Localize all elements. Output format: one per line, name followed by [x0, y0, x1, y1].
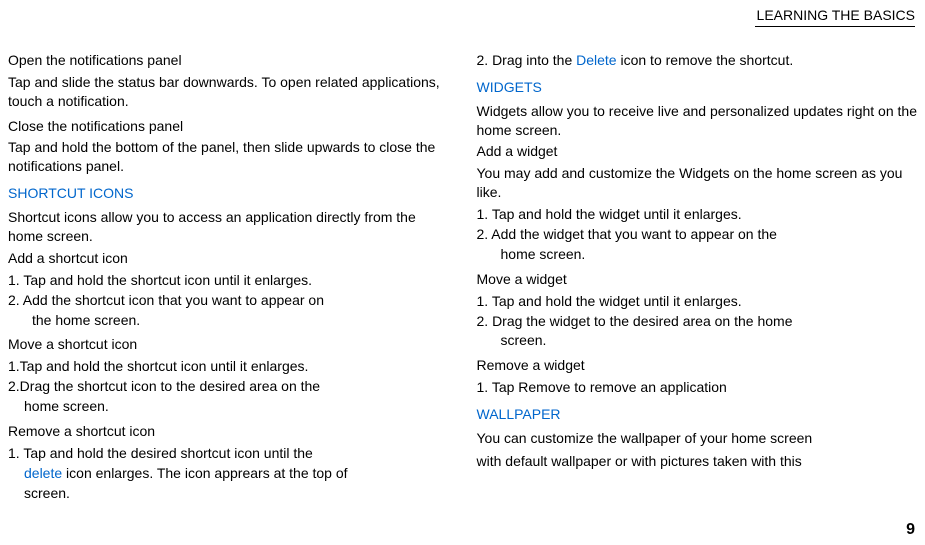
move-shortcut-title: Move a shortcut icon [8, 335, 449, 354]
close-notif-title: Close the notifications panel [8, 117, 449, 136]
content-area: Open the notifications panel Tap and sli… [8, 45, 917, 504]
remove-widget-title: Remove a widget [477, 356, 918, 375]
move-widget-step2b: screen. [477, 331, 918, 350]
move-widget-title: Move a widget [477, 270, 918, 289]
move-widget-step1: 1. Tap and hold the widget until it enla… [477, 292, 918, 311]
add-shortcut-title: Add a shortcut icon [8, 249, 449, 268]
add-widget-title: Add a widget [477, 142, 918, 161]
header-title: LEARNING THE BASICS [757, 7, 915, 23]
shortcut-intro: Shortcut icons allow you to access an ap… [8, 208, 449, 246]
remove-widget-step1: 1. Tap Remove to remove an application [477, 378, 918, 397]
shortcut-icons-heading: SHORTCUT ICONS [8, 184, 449, 203]
add-widget-step1: 1. Tap and hold the widget until it enla… [477, 205, 918, 224]
move-shortcut-step2: 2.Drag the shortcut icon to the desired … [8, 377, 449, 396]
open-notif-title: Open the notifications panel [8, 51, 449, 70]
add-shortcut-step1: 1. Tap and hold the shortcut icon until … [8, 271, 449, 290]
delete-word-2: Delete [576, 52, 616, 68]
wallpaper-body2: with default wallpaper or with pictures … [477, 452, 918, 471]
remove-shortcut-step1c: screen. [8, 484, 449, 503]
page-number: 9 [906, 519, 915, 541]
add-widget-step2: 2. Add the widget that you want to appea… [477, 225, 918, 244]
add-shortcut-step2b: the home screen. [8, 311, 449, 330]
drag-delete-b: icon to remove the shortcut. [617, 52, 794, 68]
wallpaper-heading: WALLPAPER [477, 405, 918, 424]
widgets-heading: WIDGETS [477, 78, 918, 97]
right-column: 2. Drag into the Delete icon to remove t… [477, 45, 918, 504]
move-shortcut-step1: 1.Tap and hold the shortcut icon until i… [8, 357, 449, 376]
delete-word: delete [24, 465, 62, 481]
add-widget-step2b: home screen. [477, 245, 918, 264]
remove-shortcut-title: Remove a shortcut icon [8, 422, 449, 441]
add-widget-intro: You may add and customize the Widgets on… [477, 164, 918, 202]
remove-shortcut-step1b: icon enlarges. The icon apprears at the … [62, 465, 347, 481]
left-column: Open the notifications panel Tap and sli… [8, 45, 449, 504]
drag-delete-a: 2. Drag into the [477, 52, 577, 68]
open-notif-body: Tap and slide the status bar downwards. … [8, 73, 449, 111]
move-widget-step2: 2. Drag the widget to the desired area o… [477, 312, 918, 331]
drag-delete-line: 2. Drag into the Delete icon to remove t… [477, 51, 918, 70]
close-notif-body: Tap and hold the bottom of the panel, th… [8, 138, 449, 176]
widgets-intro: Widgets allow you to receive live and pe… [477, 102, 918, 140]
add-shortcut-step2: 2. Add the shortcut icon that you want t… [8, 291, 449, 310]
page-header: LEARNING THE BASICS [755, 6, 915, 27]
wallpaper-body1: You can customize the wallpaper of your … [477, 429, 918, 448]
remove-shortcut-step1-line2: delete icon enlarges. The icon apprears … [8, 464, 449, 483]
move-shortcut-step2b: home screen. [8, 397, 449, 416]
remove-shortcut-step1a: 1. Tap and hold the desired shortcut ico… [8, 444, 449, 463]
